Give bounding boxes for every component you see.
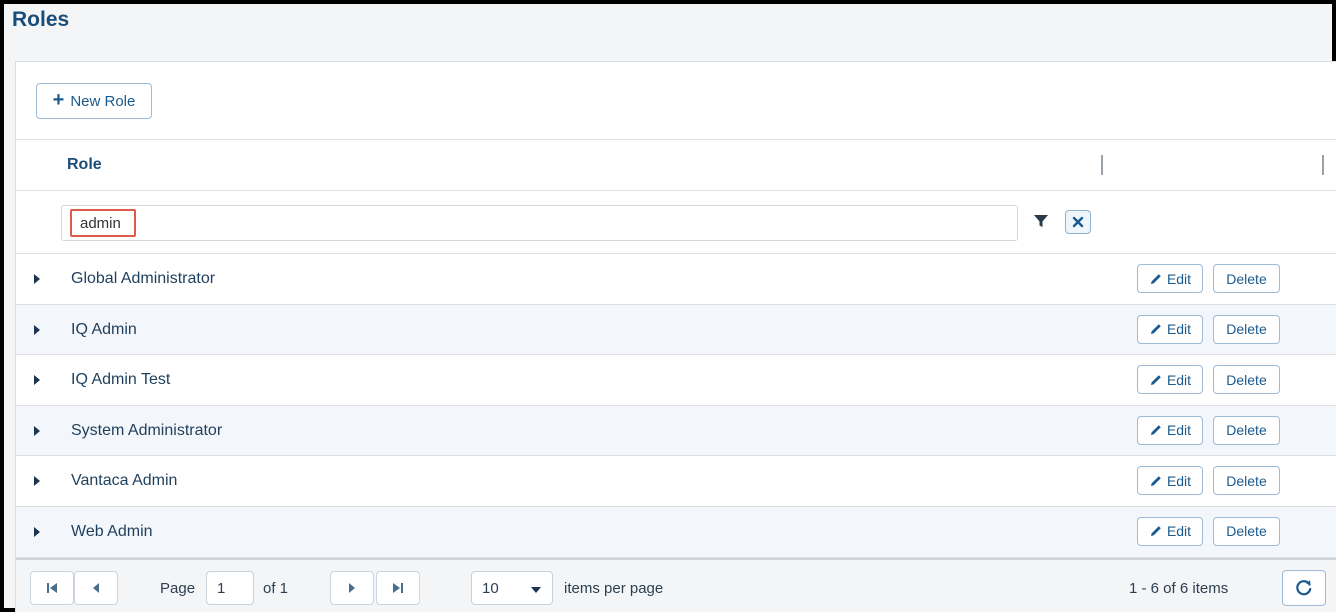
filter-row xyxy=(16,191,1336,254)
clear-filter-button[interactable] xyxy=(1065,210,1091,234)
role-name: IQ Admin xyxy=(71,320,137,338)
page-label: Page xyxy=(160,580,196,597)
new-role-button[interactable]: + New Role xyxy=(36,83,152,119)
roles-grid-panel: + New Role Role Glo xyxy=(15,61,1336,612)
pencil-icon xyxy=(1150,324,1161,335)
delete-label: Delete xyxy=(1226,523,1267,540)
table-row: Vantaca Admin Edit Delete xyxy=(16,456,1336,507)
items-per-page-select[interactable]: 10 xyxy=(471,571,553,605)
pencil-icon xyxy=(1150,273,1161,284)
expand-row-icon[interactable] xyxy=(33,374,41,386)
edit-label: Edit xyxy=(1166,371,1192,388)
delete-label: Delete xyxy=(1226,422,1267,439)
pager-summary: 1 - 6 of 6 items xyxy=(1129,580,1229,597)
delete-button[interactable]: Delete xyxy=(1213,466,1280,496)
items-per-page-label: items per page xyxy=(564,580,664,597)
refresh-button[interactable] xyxy=(1282,570,1326,606)
column-resize-handle[interactable] xyxy=(1101,155,1103,175)
pencil-icon xyxy=(1150,425,1161,436)
items-per-page-value: 10 xyxy=(482,580,499,597)
edit-button[interactable]: Edit xyxy=(1137,365,1203,395)
role-filter-input[interactable] xyxy=(70,209,136,237)
edit-button[interactable]: Edit xyxy=(1137,264,1203,293)
table-row: Web Admin Edit Delete xyxy=(16,506,1336,558)
delete-button[interactable]: Delete xyxy=(1213,264,1280,293)
edit-label: Edit xyxy=(1166,270,1192,287)
edit-button[interactable]: Edit xyxy=(1137,516,1203,546)
page-total-label: of 1 xyxy=(263,580,289,597)
new-role-label: New Role xyxy=(70,92,136,110)
column-resize-handle[interactable] xyxy=(1322,155,1324,175)
last-page-button[interactable] xyxy=(376,571,420,605)
edit-label: Edit xyxy=(1166,523,1192,540)
close-icon xyxy=(1072,216,1084,228)
table-row: System Administrator Edit Delete xyxy=(16,405,1336,457)
table-row: IQ Admin Test Edit Delete xyxy=(16,355,1336,406)
edit-label: Edit xyxy=(1166,422,1192,439)
role-name: IQ Admin Test xyxy=(71,371,171,389)
expand-row-icon[interactable] xyxy=(33,475,41,487)
previous-page-button[interactable] xyxy=(74,571,118,605)
pager: Page of 1 10 items per page 1 - 6 of 6 i… xyxy=(16,558,1336,612)
delete-label: Delete xyxy=(1226,472,1267,489)
expand-row-icon[interactable] xyxy=(33,526,41,538)
next-page-button[interactable] xyxy=(330,571,374,605)
delete-label: Delete xyxy=(1226,371,1267,388)
role-name: System Administrator xyxy=(71,421,223,439)
refresh-icon xyxy=(1296,580,1312,596)
pencil-icon xyxy=(1150,374,1161,385)
expand-row-icon[interactable] xyxy=(33,273,41,285)
table-row: IQ Admin Edit Delete xyxy=(16,304,1336,356)
role-name: Global Administrator xyxy=(71,270,216,287)
delete-button[interactable]: Delete xyxy=(1213,314,1280,344)
pencil-icon xyxy=(1150,476,1161,486)
delete-button[interactable]: Delete xyxy=(1213,365,1280,395)
grid-header: Role xyxy=(16,140,1336,191)
delete-button[interactable]: Delete xyxy=(1213,516,1280,546)
expand-row-icon[interactable] xyxy=(33,324,41,336)
table-row: Global Administrator Edit Delete xyxy=(16,254,1336,305)
app-frame: Roles + New Role Role admin Global Admin… xyxy=(0,0,1336,612)
edit-label: Edit xyxy=(1166,321,1192,338)
edit-button[interactable]: Edit xyxy=(1137,314,1203,344)
plus-icon: + xyxy=(52,89,65,111)
next-page-icon xyxy=(349,583,355,593)
delete-label: Delete xyxy=(1226,321,1267,338)
grid-body: Global Administrator Edit Delete IQ Admi… xyxy=(16,254,1336,558)
edit-button[interactable]: Edit xyxy=(1137,466,1203,496)
first-page-icon xyxy=(47,583,57,593)
page-title: Roles xyxy=(12,8,70,31)
last-page-icon xyxy=(393,583,403,593)
expand-row-icon[interactable] xyxy=(33,425,41,437)
delete-button[interactable]: Delete xyxy=(1213,415,1280,445)
first-page-button[interactable] xyxy=(30,571,74,605)
role-filter-field[interactable] xyxy=(61,205,1018,241)
delete-label: Delete xyxy=(1226,270,1267,287)
pencil-icon xyxy=(1150,526,1161,537)
role-name: Vantaca Admin xyxy=(71,472,178,490)
previous-page-icon xyxy=(93,583,99,593)
edit-button[interactable]: Edit xyxy=(1137,415,1203,445)
column-header-role[interactable]: Role xyxy=(67,156,102,174)
role-name: Web Admin xyxy=(71,522,153,540)
edit-label: Edit xyxy=(1166,472,1192,489)
chevron-down-icon xyxy=(531,587,541,593)
page-number-input[interactable] xyxy=(206,571,254,605)
grid-toolbar: + New Role xyxy=(16,62,1336,140)
filter-icon[interactable] xyxy=(1033,213,1049,229)
